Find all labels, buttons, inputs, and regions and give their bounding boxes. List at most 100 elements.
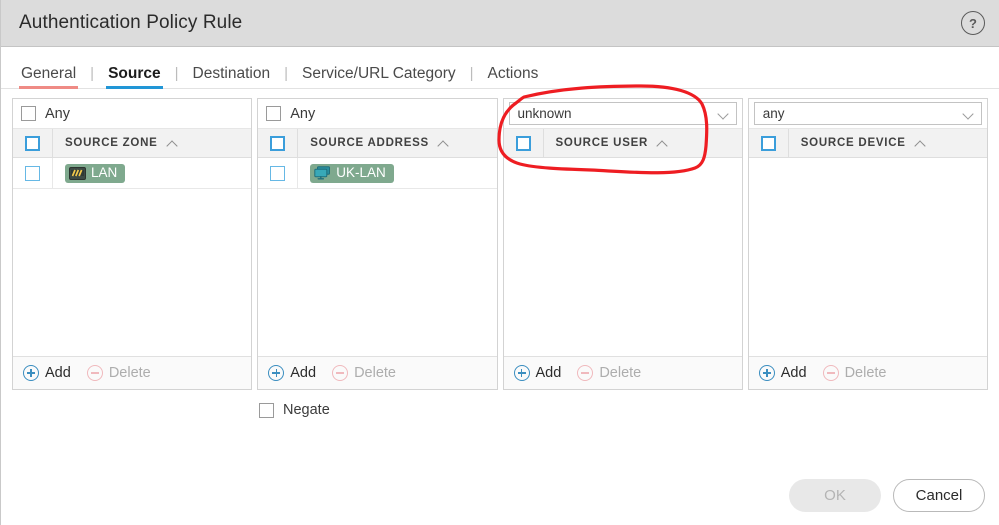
minus-circle-icon — [87, 365, 103, 381]
column-header-title: SOURCE USER — [556, 137, 669, 149]
tab-destination[interactable]: Destination — [191, 65, 273, 88]
add-button[interactable]: Add — [759, 365, 807, 381]
tab-separator: | — [458, 65, 486, 88]
tab-actions[interactable]: Actions — [486, 65, 541, 88]
header-checkbox-cell — [13, 129, 53, 157]
column-header-title: SOURCE ZONE — [65, 137, 178, 149]
delete-button[interactable]: Delete — [332, 365, 396, 381]
select-all-checkbox[interactable] — [25, 136, 40, 151]
cancel-button[interactable]: Cancel — [893, 479, 985, 512]
tab-label: Destination — [193, 65, 271, 82]
delete-button[interactable]: Delete — [823, 365, 887, 381]
minus-circle-icon — [332, 365, 348, 381]
panel-source-device: any SOURCE DEVICE Add Delete — [748, 98, 988, 390]
item-badge[interactable]: UK-LAN — [310, 164, 394, 183]
panel-top: Any — [258, 99, 496, 129]
item-label: UK-LAN — [336, 166, 386, 180]
source-select[interactable]: unknown — [509, 102, 737, 125]
panel-body: UK-LAN — [258, 158, 496, 356]
select-all-checkbox[interactable] — [761, 136, 776, 151]
minus-circle-icon — [577, 365, 593, 381]
table-row[interactable]: LAN — [13, 158, 251, 189]
column-header[interactable]: SOURCE ZONE — [13, 129, 251, 158]
any-checkbox[interactable] — [266, 106, 281, 121]
plus-circle-icon — [268, 365, 284, 381]
ok-button[interactable]: OK — [789, 479, 881, 512]
chevron-up-icon[interactable] — [915, 140, 926, 147]
delete-label: Delete — [599, 365, 641, 381]
column-header-label: SOURCE DEVICE — [801, 137, 906, 149]
select-all-checkbox[interactable] — [270, 136, 285, 151]
panel-footer: Add Delete — [13, 356, 251, 389]
tab-label: Source — [108, 65, 161, 82]
row-checkbox[interactable] — [25, 166, 40, 181]
delete-button[interactable]: Delete — [87, 365, 151, 381]
plus-circle-icon — [514, 365, 530, 381]
select-value: unknown — [518, 106, 572, 121]
column-header[interactable]: SOURCE ADDRESS — [258, 129, 496, 158]
tab-label: Actions — [488, 65, 539, 82]
panel-source-zone: Any SOURCE ZONE LAN Add Delete — [12, 98, 252, 390]
delete-button[interactable]: Delete — [577, 365, 641, 381]
panel-body: LAN — [13, 158, 251, 356]
tab-service-url-category[interactable]: Service/URL Category — [300, 65, 458, 88]
column-header-title: SOURCE ADDRESS — [310, 137, 449, 149]
negate-label: Negate — [283, 402, 330, 418]
panel-footer: Add Delete — [749, 356, 987, 389]
plus-circle-icon — [759, 365, 775, 381]
row-checkbox[interactable] — [270, 166, 285, 181]
delete-label: Delete — [845, 365, 887, 381]
panel-footer: Add Delete — [258, 356, 496, 389]
add-button[interactable]: Add — [23, 365, 71, 381]
minus-circle-icon — [823, 365, 839, 381]
source-select[interactable]: any — [754, 102, 982, 125]
tab-bar: General|Source|Destination|Service/URL C… — [1, 47, 999, 89]
chevron-up-icon[interactable] — [657, 140, 668, 147]
tab-general[interactable]: General — [19, 65, 78, 88]
negate-checkbox[interactable] — [259, 403, 274, 418]
authentication-policy-rule-dialog: Authentication Policy Rule ? General|Sou… — [0, 0, 999, 525]
tab-separator: | — [78, 65, 106, 88]
chevron-up-icon[interactable] — [167, 140, 178, 147]
table-row[interactable]: UK-LAN — [258, 158, 496, 189]
tab-source[interactable]: Source — [106, 65, 163, 88]
row-checkbox-cell — [258, 158, 298, 188]
add-button[interactable]: Add — [268, 365, 316, 381]
column-header-label: SOURCE ZONE — [65, 137, 158, 149]
column-header-label: SOURCE ADDRESS — [310, 137, 429, 149]
zone-barrier-icon — [69, 167, 86, 180]
row-checkbox-cell — [13, 158, 53, 188]
panel-body — [749, 158, 987, 356]
tab-label: Service/URL Category — [302, 65, 456, 82]
item-label: LAN — [91, 166, 117, 180]
source-panels: Any SOURCE ZONE LAN Add Delete Any SOURCE ADDR… — [1, 89, 999, 390]
any-label: Any — [45, 106, 70, 122]
panel-top: unknown — [504, 99, 742, 129]
tab-separator: | — [272, 65, 300, 88]
any-label: Any — [290, 106, 315, 122]
select-all-checkbox[interactable] — [516, 136, 531, 151]
help-circle-icon[interactable]: ? — [961, 11, 985, 35]
item-badge[interactable]: LAN — [65, 164, 125, 183]
add-label: Add — [290, 365, 316, 381]
chevron-up-icon[interactable] — [438, 140, 449, 147]
header-checkbox-cell — [258, 129, 298, 157]
add-button[interactable]: Add — [514, 365, 562, 381]
panel-footer: Add Delete — [504, 356, 742, 389]
column-header[interactable]: SOURCE USER — [504, 129, 742, 158]
tab-underline — [106, 86, 163, 89]
tab-label: General — [21, 65, 76, 82]
column-header[interactable]: SOURCE DEVICE — [749, 129, 987, 158]
header-checkbox-cell — [504, 129, 544, 157]
add-label: Add — [45, 365, 71, 381]
panel-source-address: Any SOURCE ADDRESS UK-LAN Add Delete — [257, 98, 497, 390]
header-checkbox-cell — [749, 129, 789, 157]
negate-row: Negate — [259, 402, 999, 418]
dialog-title: Authentication Policy Rule — [19, 12, 242, 34]
delete-label: Delete — [354, 365, 396, 381]
tab-underline — [19, 86, 78, 89]
address-monitor-icon — [314, 166, 331, 181]
any-checkbox[interactable] — [21, 106, 36, 121]
panel-source-user: unknown SOURCE USER Add Delete — [503, 98, 743, 390]
chevron-down-icon — [718, 110, 729, 117]
